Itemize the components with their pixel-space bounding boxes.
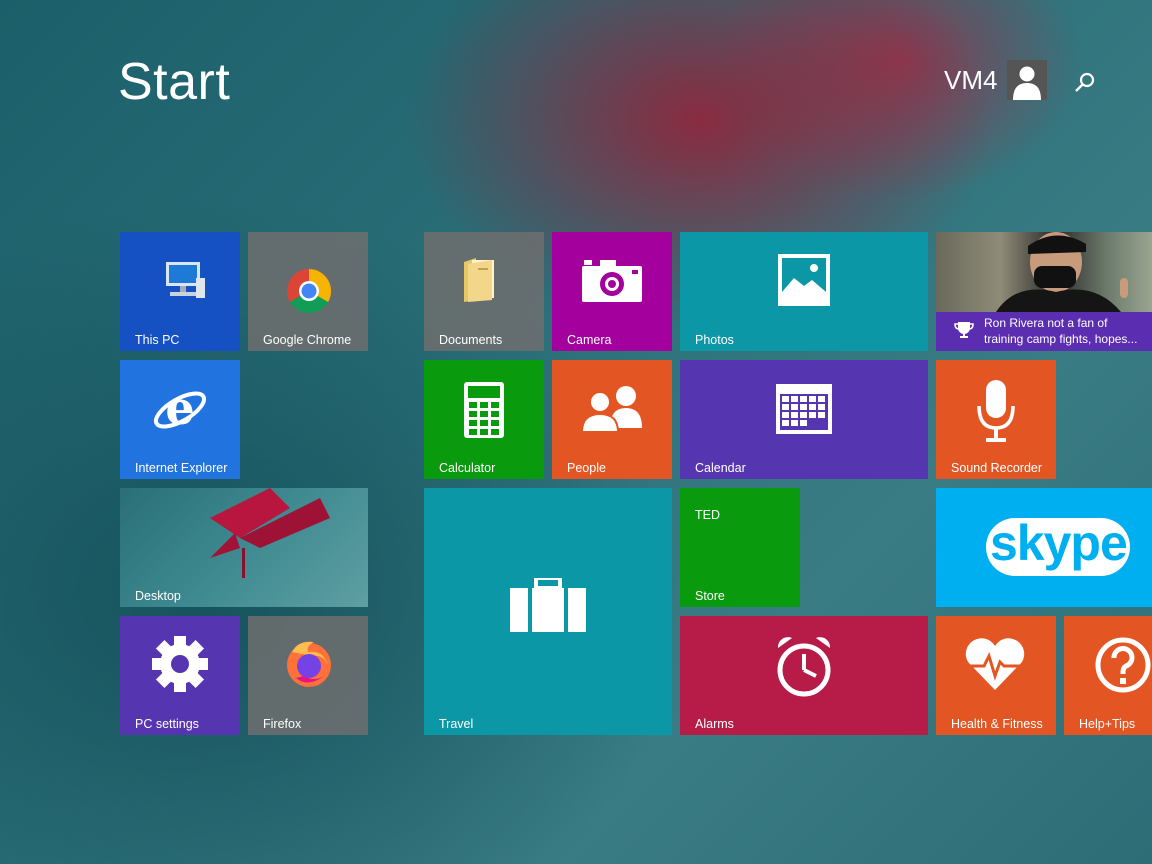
tile-alarms[interactable]: Alarms (680, 616, 928, 735)
tile-label: Sound Recorder (951, 461, 1043, 475)
microphone-icon (977, 380, 1015, 442)
tile-label: Camera (567, 333, 612, 347)
tile-calendar[interactable]: Calendar (680, 360, 928, 479)
firefox-icon (287, 641, 331, 687)
tile-help-tips[interactable]: Help+Tips (1064, 616, 1152, 735)
tile-label: Health & Fitness (951, 717, 1043, 731)
news-person-image (996, 232, 1128, 312)
tile-documents[interactable]: Documents (424, 232, 544, 351)
tile-label: Photos (695, 333, 734, 347)
tile-internet-explorer[interactable]: e Internet Explorer (120, 360, 240, 479)
tile-people[interactable]: People (552, 360, 672, 479)
chrome-icon (287, 269, 331, 313)
tile-firefox[interactable]: Firefox (248, 616, 368, 735)
tile-camera[interactable]: Camera (552, 232, 672, 351)
help-question-icon (1095, 637, 1151, 693)
search-icon (1075, 72, 1095, 92)
photo-icon (778, 254, 830, 306)
tile-label: Firefox (263, 717, 302, 731)
tile-health-fitness[interactable]: Health & Fitness (936, 616, 1056, 735)
tile-google-chrome[interactable]: Google Chrome (248, 232, 368, 351)
user-name: VM4 (944, 64, 998, 95)
calendar-icon (776, 384, 832, 434)
gear-icon (152, 636, 208, 692)
store-badge: TED (695, 508, 720, 522)
tile-label: Help+Tips (1079, 717, 1136, 731)
tile-skype[interactable]: skype (936, 488, 1152, 607)
trophy-icon (954, 322, 974, 338)
tile-label: Store (695, 589, 725, 603)
tile-pc-settings[interactable]: PC settings (120, 616, 240, 735)
tile-label: Google Chrome (263, 333, 352, 347)
tile-label: Documents (439, 333, 503, 347)
tile-label: PC settings (135, 717, 199, 731)
tile-label: Desktop (135, 589, 181, 603)
tile-label: This PC (135, 333, 180, 347)
people-icon (580, 386, 642, 432)
search-button[interactable] (1072, 70, 1098, 96)
avatar (1007, 60, 1048, 100)
calculator-icon (464, 382, 504, 438)
tile-travel[interactable]: Travel (424, 488, 672, 735)
user-account[interactable]: VM4 (944, 60, 1048, 100)
news-photo (936, 232, 1152, 312)
skype-wordmark: skype (990, 515, 1128, 571)
tile-store[interactable]: TED Store (680, 488, 800, 607)
computer-icon (166, 262, 205, 298)
tile-label: People (567, 461, 606, 475)
alarm-clock-icon (777, 637, 831, 697)
tile-label: Calculator (439, 461, 496, 475)
tile-label: Alarms (695, 717, 734, 731)
tile-label: Internet Explorer (135, 461, 228, 475)
tile-this-pc[interactable]: This PC (120, 232, 240, 351)
tile-label: Travel (439, 717, 474, 731)
news-headline: Ron Rivera not a fan of training camp fi… (984, 316, 1138, 346)
tile-calculator[interactable]: Calculator (424, 360, 544, 479)
internet-explorer-icon: e (153, 381, 207, 435)
user-avatar-icon (1007, 60, 1048, 100)
folder-icon (464, 258, 494, 302)
tile-photos[interactable]: Photos (680, 232, 928, 351)
tile-desktop[interactable]: Desktop (120, 488, 368, 607)
tile-sound-recorder[interactable]: Sound Recorder (936, 360, 1056, 479)
camera-icon (582, 260, 642, 302)
briefcase-icon (510, 578, 586, 632)
tile-news[interactable]: Ron Rivera not a fan of training camp fi… (936, 232, 1152, 351)
tile-label: Calendar (695, 461, 746, 475)
start-title: Start (118, 53, 231, 111)
heart-pulse-icon (965, 638, 1025, 690)
svg-text:e: e (165, 381, 194, 435)
news-caption-bar: Ron Rivera not a fan of training camp fi… (936, 312, 1152, 351)
